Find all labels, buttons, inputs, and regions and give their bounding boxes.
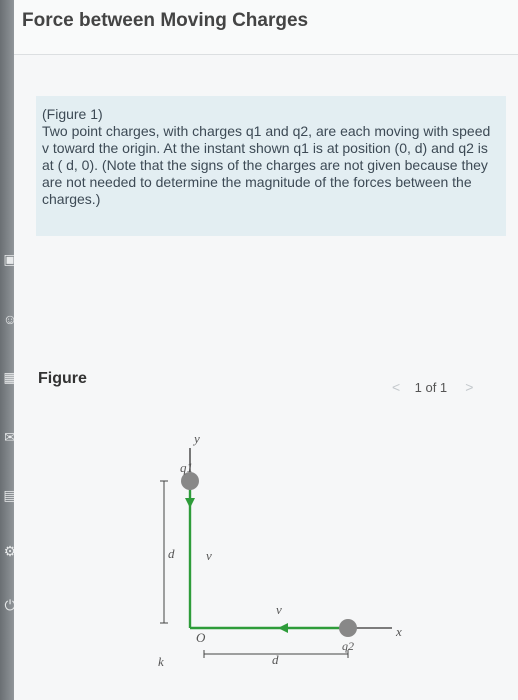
header: Force between Moving Charges bbox=[14, 0, 518, 55]
q2-arrow-icon bbox=[278, 623, 288, 633]
k-label: k bbox=[158, 654, 164, 669]
y-axis-label: y bbox=[192, 431, 200, 446]
x-axis-label: x bbox=[395, 624, 402, 639]
d-horizontal-label: d bbox=[272, 652, 279, 667]
v1-label: v bbox=[206, 548, 212, 563]
q2-charge bbox=[339, 619, 357, 637]
figure-pager: < 1 of 1 > bbox=[392, 379, 473, 395]
q1-arrow-icon bbox=[185, 498, 195, 508]
figure-heading: Figure bbox=[38, 370, 87, 387]
figure-diagram: y x O q1 q2 v v d d k bbox=[134, 428, 434, 678]
q1-label: q1 bbox=[180, 460, 193, 475]
problem-body: Two point charges, with charges q1 and q… bbox=[42, 123, 491, 207]
next-figure-button[interactable]: > bbox=[465, 379, 473, 395]
content-panel: Force between Moving Charges (Figure 1) … bbox=[14, 0, 518, 700]
problem-text: (Figure 1) Two point charges, with charg… bbox=[42, 106, 492, 208]
figure-ref: (Figure 1) bbox=[42, 106, 103, 122]
v2-label: v bbox=[276, 602, 282, 617]
prev-figure-button[interactable]: < bbox=[392, 379, 400, 395]
charges-diagram: y x O q1 q2 v v d d k bbox=[158, 431, 402, 669]
origin-label: O bbox=[196, 630, 206, 645]
q2-label: q2 bbox=[342, 639, 354, 653]
page-title: Force between Moving Charges bbox=[22, 10, 309, 31]
d-vertical-label: d bbox=[168, 546, 175, 561]
pager-text: 1 of 1 bbox=[414, 380, 448, 395]
problem-statement: (Figure 1) Two point charges, with charg… bbox=[36, 96, 506, 236]
